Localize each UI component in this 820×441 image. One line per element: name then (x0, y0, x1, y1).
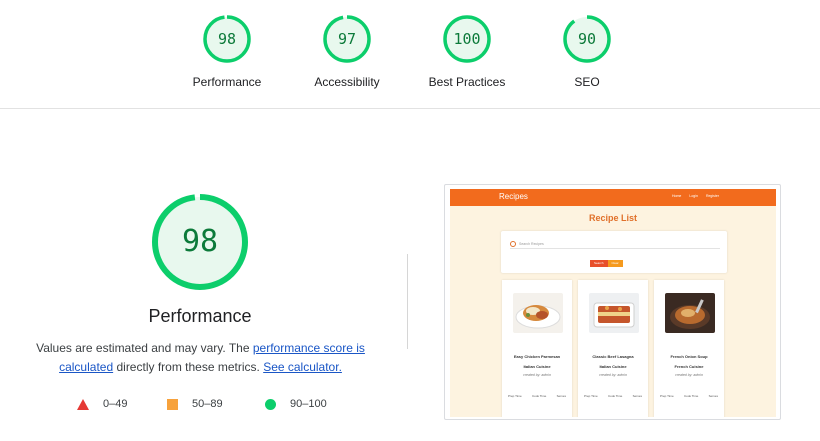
recipe-image (665, 293, 715, 333)
performance-score: 98 (181, 224, 219, 259)
desc-text: Values are estimated and may vary. The (36, 341, 253, 355)
meta-cook: Cook Time (683, 394, 699, 398)
legend-average: 50–89 (167, 398, 223, 410)
recipe-image (589, 293, 639, 333)
thumb-clear-button: Clear (607, 260, 623, 267)
recipe-author: created by: admin (523, 373, 551, 377)
meta-prep: Prep Time (584, 394, 598, 398)
recipe-title: Classic Beef Lasagna (592, 354, 634, 359)
thumb-navbar: Recipes Home Login Register (450, 189, 776, 206)
thumb-brand: Recipes (499, 192, 528, 201)
performance-description: Values are estimated and may vary. The p… (28, 339, 373, 377)
gauge-accessibility[interactable]: 97 Accessibility (292, 14, 402, 89)
performance-gauge-large: 98 (151, 193, 249, 291)
recipe-author: created by: admin (599, 373, 627, 377)
header-divider (0, 108, 820, 109)
thumb-nav-link: Register (705, 194, 719, 198)
score-ring: 100 (442, 14, 492, 64)
recipe-cuisine: Italian Cuisine (523, 364, 551, 369)
thumb-recipe-card: Classic Beef Lasagna Italian Cuisine cre… (578, 280, 648, 417)
meta-cook: Cook Time (607, 394, 623, 398)
desc-text-mid: directly from these metrics. (113, 360, 264, 374)
score-ring: 98 (202, 14, 252, 64)
legend-pass: 90–100 (265, 398, 327, 410)
recipe-title: Easy Chicken Parmesan (513, 354, 561, 359)
gauge-seo[interactable]: 90 SEO (532, 14, 642, 89)
thumb-nav-link: Home (672, 194, 682, 198)
triangle-icon (77, 398, 89, 410)
score-ring: 90 (562, 14, 612, 64)
recipe-meta: Prep Time Cook Time Serves (584, 394, 642, 398)
score-value: 97 (337, 30, 357, 48)
screenshot-image: Recipes Home Login Register Recipe List … (450, 189, 776, 417)
gauge-best-practices[interactable]: 100 Best Practices (412, 14, 522, 89)
recipe-cuisine: Italian Cuisine (599, 364, 627, 369)
gauge-label: SEO (574, 75, 600, 89)
legend-label: 50–89 (192, 398, 223, 410)
thumb-search-field: Search Recipes (510, 239, 720, 249)
recipe-author: created by: admin (675, 373, 703, 377)
thumb-search-buttons: Search Clear (590, 260, 623, 267)
meta-prep: Prep Time (660, 394, 674, 398)
score-value: 90 (577, 30, 597, 48)
legend-label: 90–100 (290, 398, 327, 410)
meta-serves: Serves (708, 394, 718, 398)
final-screenshot[interactable]: Recipes Home Login Register Recipe List … (444, 184, 781, 420)
meta-prep: Prep Time (508, 394, 522, 398)
gauge-performance[interactable]: 98 Performance (172, 14, 282, 89)
circle-icon (265, 398, 276, 410)
meta-serves: Serves (556, 394, 566, 398)
thumb-search-placeholder: Search Recipes (519, 241, 544, 246)
recipe-title: French Onion Soup (670, 354, 708, 359)
search-icon (510, 240, 516, 247)
thumb-search-panel: Search Recipes Search Clear (501, 231, 727, 273)
score-ring: 97 (322, 14, 372, 64)
recipe-meta: Prep Time Cook Time Serves (660, 394, 718, 398)
thumb-nav-link: Login (689, 194, 698, 198)
thumb-heading: Recipe List (588, 213, 637, 223)
score-value: 100 (453, 30, 481, 48)
thumb-nav-links: Home Login Register (672, 194, 719, 198)
thumb-recipe-card: French Onion Soup French Cuisine created… (654, 280, 724, 417)
meta-serves: Serves (632, 394, 642, 398)
recipe-cuisine: French Cuisine (674, 364, 704, 369)
score-value: 98 (217, 30, 237, 48)
legend-label: 0–49 (103, 398, 128, 410)
see-calculator-link[interactable]: See calculator. (263, 360, 342, 374)
gauge-label: Accessibility (314, 75, 380, 89)
thumb-search-button: Search (590, 260, 608, 267)
gauge-label: Performance (192, 75, 262, 89)
recipe-meta: Prep Time Cook Time Serves (508, 394, 566, 398)
performance-title: Performance (148, 306, 252, 326)
thumb-recipe-card: Easy Chicken Parmesan Italian Cuisine cr… (502, 280, 572, 417)
vertical-divider (407, 254, 408, 349)
recipe-image (513, 293, 563, 333)
gauge-label: Best Practices (428, 75, 506, 89)
square-icon (167, 398, 178, 410)
legend-fail: 0–49 (77, 398, 127, 410)
meta-cook: Cook Time (531, 394, 547, 398)
